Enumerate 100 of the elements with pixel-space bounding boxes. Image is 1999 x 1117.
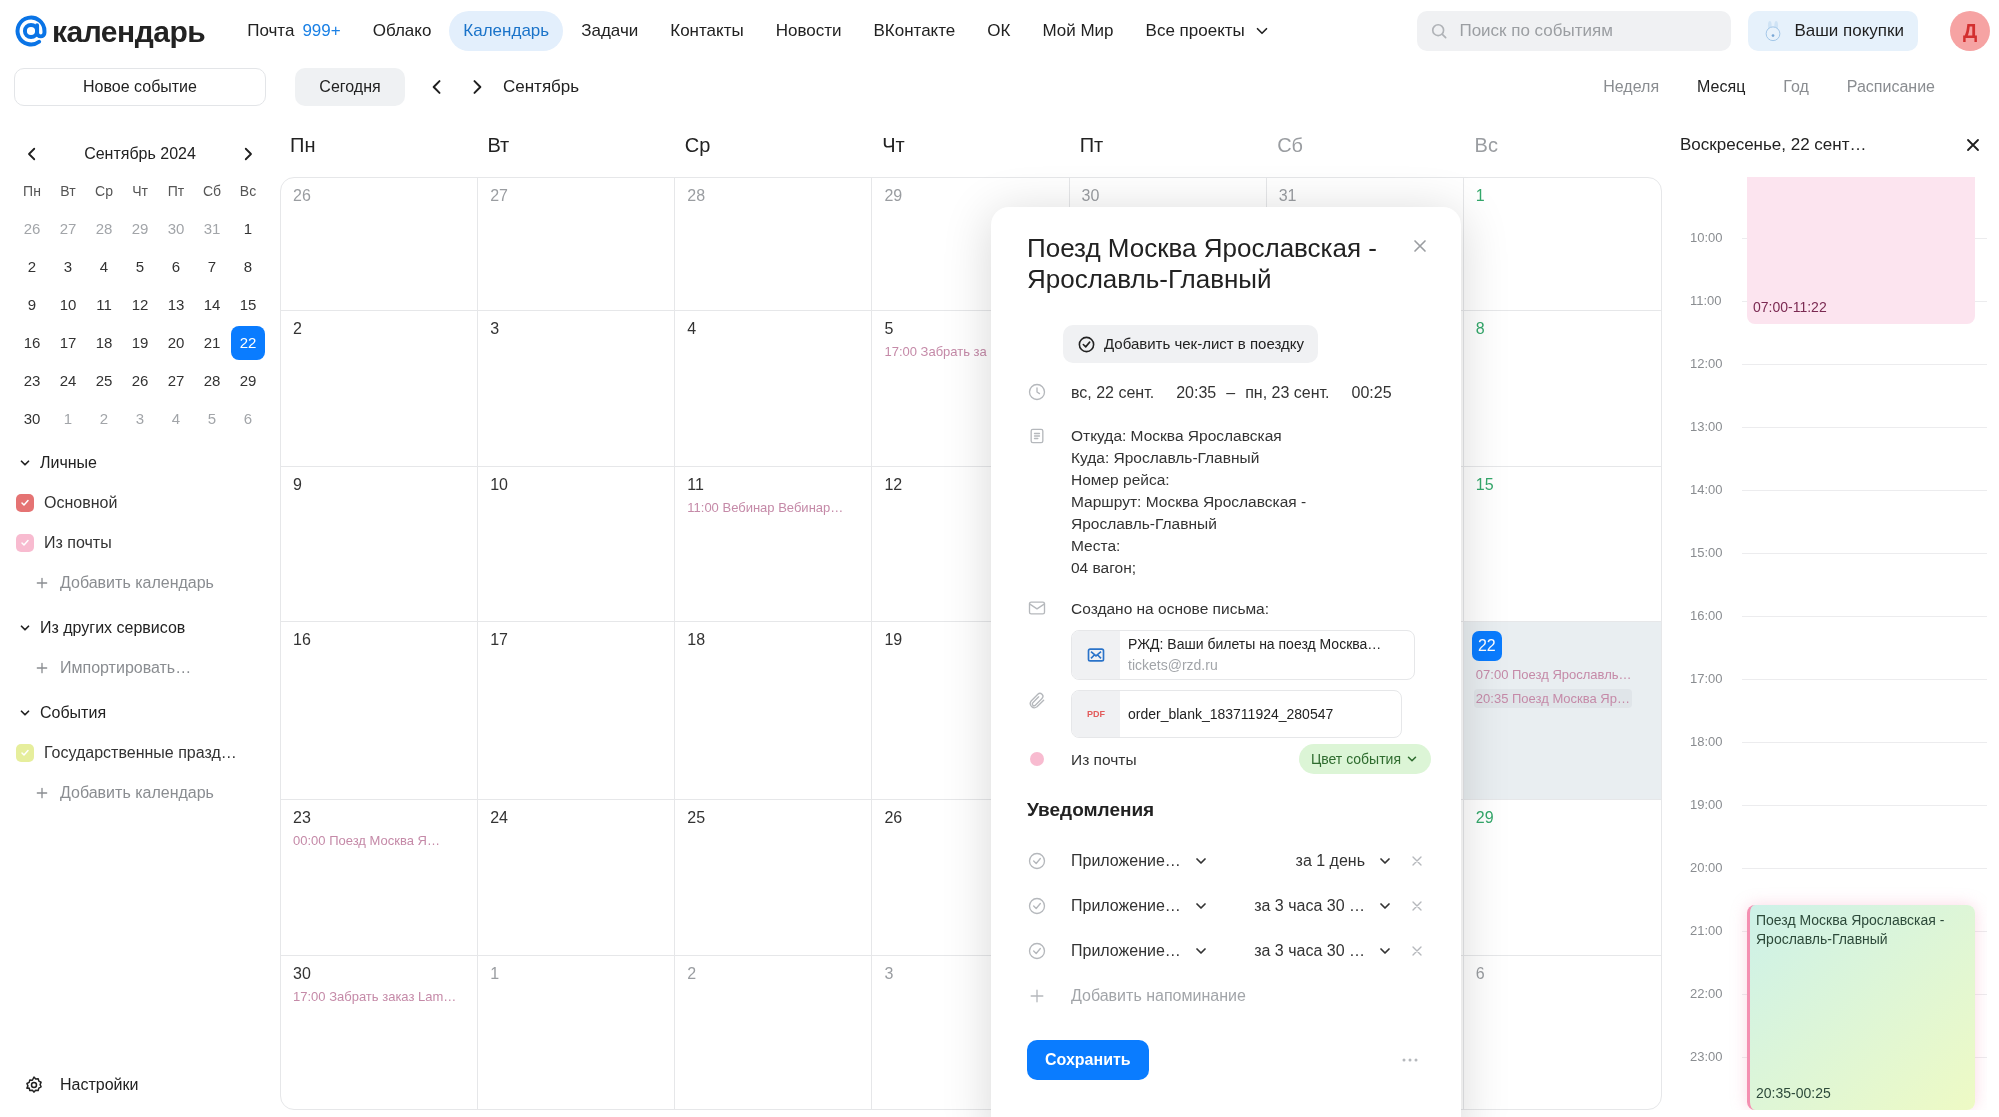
date-number: 28 (687, 187, 706, 205)
checklist-button[interactable]: Добавить чек-лист в поездку (1063, 325, 1318, 363)
search-field[interactable]: Поиск по событиям (1417, 11, 1732, 51)
mini-calendar-day[interactable]: 7 (195, 250, 229, 284)
mini-calendar-day[interactable]: 16 (15, 326, 49, 360)
calendar-name: Государственные празд… (44, 743, 237, 763)
nav-link[interactable]: Задачи (567, 11, 653, 51)
check-icon (19, 747, 31, 759)
day-cell[interactable]: 4 (675, 311, 873, 467)
mini-calendar-day[interactable]: 20 (159, 326, 193, 360)
mini-calendar-day[interactable]: 2 (15, 250, 49, 284)
new-event-button[interactable]: Новое событие (14, 68, 266, 106)
mini-calendar-day[interactable]: 3 (51, 250, 85, 284)
day-cell[interactable]: 9 (281, 467, 479, 622)
weekday-header: Пт (1079, 133, 1104, 156)
calendar-checkbox[interactable] (16, 744, 34, 762)
check-icon (19, 537, 31, 549)
plus-icon (34, 785, 50, 801)
event-color-button[interactable]: Цвет события (1298, 744, 1431, 775)
mini-calendar-day[interactable]: 9 (15, 288, 49, 322)
mini-calendar-day[interactable]: 23 (15, 364, 49, 398)
mini-calendar-day[interactable]: 4 (87, 250, 121, 284)
mini-calendar-day[interactable]: 14 (195, 288, 229, 322)
event-description: Откуда: Москва Ярославская Куда: Ярославль-Главный Номер рейса: Маршрут: Москва Ярославская - Ярославль-Главный Места: 04 вагон; (1071, 426, 1308, 578)
end-time[interactable]: 00:25 (1351, 381, 1392, 405)
nav-link[interactable]: Все проекты (1131, 11, 1285, 51)
mini-calendar-day[interactable]: 28 (195, 364, 229, 398)
channel-dropdown[interactable]: Приложение… (1071, 894, 1209, 919)
day-cell[interactable]: 11 11:00 Вебинар Вебинар… (675, 467, 873, 622)
day-cell[interactable]: 18 (675, 622, 873, 800)
purchases-button[interactable]: Ваши покупки (1748, 11, 1918, 51)
date-number: 1 (1475, 187, 1485, 205)
date-number: 26 (293, 187, 311, 205)
nav-link[interactable]: Контакты (656, 11, 758, 51)
nav-link[interactable]: Календарь (449, 11, 564, 51)
calendar-checkbox[interactable] (16, 534, 34, 552)
day-cell[interactable]: 30 17:00 Забрать заказ Lam… (281, 956, 479, 1109)
day-cell[interactable]: 10 (478, 467, 676, 622)
time-dropdown[interactable]: за 3 часа 30 … (1254, 894, 1393, 919)
nav-link[interactable]: Почта 999+ (233, 11, 355, 51)
mini-calendar-day[interactable]: 22 (231, 326, 265, 360)
mini-calendar-day[interactable]: 8 (231, 250, 265, 284)
end-date[interactable]: пн, 23 сент. (1245, 381, 1330, 405)
nav-link[interactable]: Облако (358, 11, 446, 51)
start-date[interactable]: вс, 22 сент. (1071, 381, 1155, 405)
day-cell[interactable]: 23 00:00 Поезд Москва Я… (281, 800, 479, 956)
save-button[interactable]: Сохранить (1027, 1039, 1149, 1080)
mini-calendar-day[interactable]: 11 (87, 288, 121, 322)
mini-calendar-day[interactable]: 26 (123, 364, 157, 398)
today-button[interactable]: Сегодня (295, 68, 405, 106)
calendar-checkbox[interactable] (16, 494, 34, 512)
attachment-card[interactable]: PDF order_blank_183711924_280547 (1071, 690, 1402, 739)
logo-text[interactable]: календарь (52, 8, 206, 54)
nav-link[interactable]: ВКонтакте (859, 11, 970, 51)
mini-calendar-day[interactable]: 25 (87, 364, 121, 398)
day-cell[interactable]: 25 (675, 800, 873, 956)
mini-calendar-day[interactable]: 1 (231, 212, 265, 246)
mini-calendar-day[interactable]: 17 (51, 326, 85, 360)
day-cell[interactable]: 16 (281, 622, 479, 800)
view-tab[interactable]: Месяц (1681, 68, 1762, 106)
hour-label: 11:00 (1690, 292, 1722, 309)
mini-calendar-day[interactable]: 30 (15, 402, 49, 436)
event-block[interactable]: Поезд Москва Ярославская - Ярославль-Главный 20:35-00:25 (1747, 904, 1975, 1110)
mini-calendar-day[interactable]: 18 (87, 326, 121, 360)
day-cell[interactable]: 2 (281, 311, 479, 467)
time-dropdown[interactable]: за 1 день (1295, 849, 1393, 874)
mini-calendar-day[interactable]: 19 (123, 326, 157, 360)
day-cell[interactable]: 3 (478, 311, 676, 467)
day-cell[interactable]: 17 (478, 622, 676, 800)
weekday-label: Пт (167, 181, 185, 201)
nav-link[interactable]: ОК (973, 11, 1025, 51)
date-number: 22 (1471, 631, 1502, 661)
mini-calendar-day[interactable]: 15 (231, 288, 265, 322)
day-cell[interactable]: 24 (478, 800, 676, 956)
time-dropdown[interactable]: за 3 часа 30 … (1254, 939, 1393, 964)
mini-calendar-day[interactable]: 6 (159, 250, 193, 284)
email-subject: РЖД: Ваши билеты на поезд Москва… (1128, 635, 1382, 655)
calendar-name: Из почты (44, 533, 112, 553)
start-time[interactable]: 20:35 (1176, 381, 1217, 405)
group-toggle[interactable]: События (14, 693, 266, 733)
nav-link[interactable]: Мой Мир (1028, 11, 1128, 51)
mini-calendar-day[interactable]: 5 (123, 250, 157, 284)
mini-calendar-day[interactable]: 27 (159, 364, 193, 398)
mini-calendar-day[interactable]: 13 (159, 288, 193, 322)
mini-calendar-day[interactable]: 24 (51, 364, 85, 398)
plus-icon (34, 660, 50, 676)
mini-calendar-day[interactable]: 10 (51, 288, 85, 322)
event-block[interactable]: 07:00-11:22 (1747, 177, 1975, 324)
group-toggle[interactable]: Личные (14, 443, 266, 483)
mini-calendar-day[interactable]: 21 (195, 326, 229, 360)
channel-dropdown[interactable]: Приложение… (1071, 939, 1209, 964)
group-toggle[interactable]: Из других сервисов (14, 608, 266, 648)
date-number: 31 (1278, 187, 1297, 205)
settings-button[interactable]: Настройки (24, 1065, 266, 1105)
channel-dropdown[interactable]: Приложение… (1071, 849, 1209, 874)
email-card[interactable]: РЖД: Ваши билеты на поезд Москва… tickets@rzd.ru (1071, 630, 1415, 681)
nav-link[interactable]: Новости (761, 11, 856, 51)
mini-calendar-day[interactable]: 29 (231, 364, 265, 398)
mini-calendar-day[interactable]: 12 (123, 288, 157, 322)
more-icon[interactable] (1401, 1056, 1419, 1063)
